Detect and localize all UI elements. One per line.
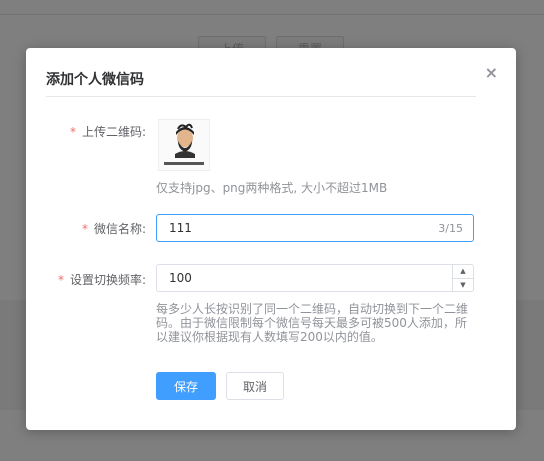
title-divider	[46, 96, 476, 97]
wechat-name-label: * 微信名称:	[81, 222, 146, 236]
wechat-name-input[interactable]: 111 3/15	[156, 214, 474, 242]
add-wechat-code-dialog: 添加个人微信码 × * 上传二维码: 仅支持jpg、png两种格式, 大小不超过1…	[26, 48, 516, 430]
qr-upload-thumbnail[interactable]	[158, 119, 210, 171]
required-mark: *	[69, 125, 76, 139]
char-counter: 3/15	[438, 222, 463, 235]
upload-format-hint: 仅支持jpg、png两种格式, 大小不超过1MB	[156, 181, 388, 195]
switch-frequency-label: * 设置切换频率:	[57, 273, 146, 287]
switch-frequency-value: 100	[169, 271, 192, 285]
avatar-qr-thumbnail-icon	[159, 120, 209, 170]
save-button[interactable]: 保存	[156, 372, 216, 400]
upload-qr-label: * 上传二维码:	[69, 125, 146, 139]
background-header	[0, 0, 544, 15]
required-mark: *	[81, 222, 88, 236]
stepper-controls: ▲ ▼	[452, 265, 473, 291]
dialog-title: 添加个人微信码	[46, 72, 144, 88]
stepper-up-icon[interactable]: ▲	[453, 265, 473, 279]
switch-frequency-description: 每多少人长按识别了同一个二维码，自动切换到下一个二维码。由于微信限制每个微信号每…	[156, 302, 469, 344]
switch-frequency-stepper[interactable]: 100 ▲ ▼	[156, 264, 474, 292]
stepper-down-icon[interactable]: ▼	[453, 279, 473, 292]
wechat-name-value: 111	[169, 221, 192, 235]
required-mark: *	[57, 273, 64, 287]
close-icon[interactable]: ×	[485, 63, 498, 82]
cancel-button[interactable]: 取消	[226, 372, 284, 400]
